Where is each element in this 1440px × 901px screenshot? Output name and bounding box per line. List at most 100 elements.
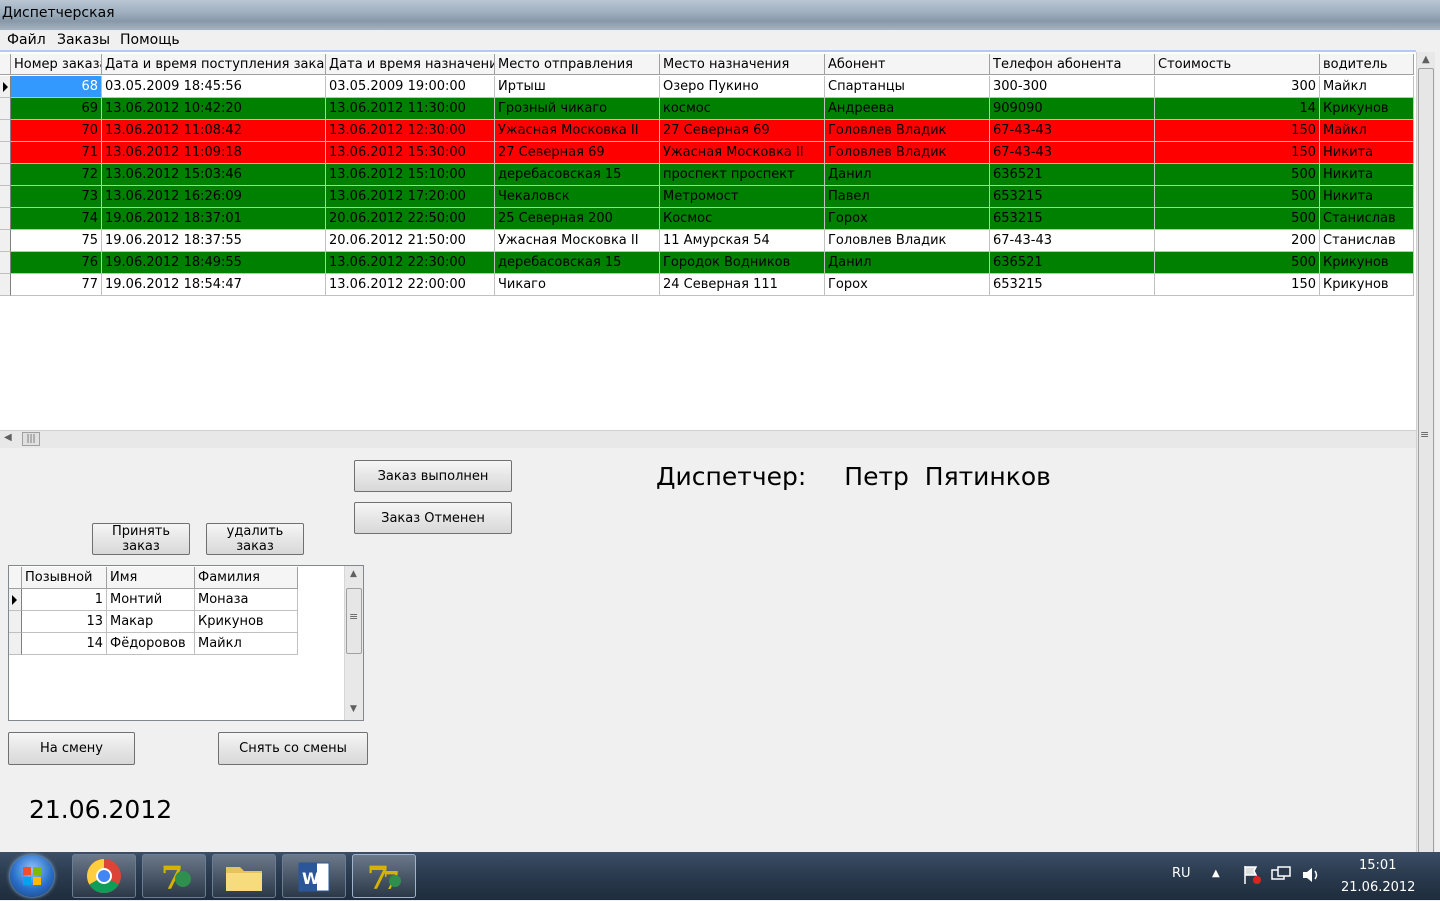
cell-subscriber[interactable]: Головлев Владик <box>825 142 990 164</box>
row-selector[interactable] <box>0 98 11 120</box>
cell-departure[interactable]: Ужасная Московка II <box>495 120 660 142</box>
cell-scheduled-at[interactable]: 13.06.2012 15:30:00 <box>326 142 495 164</box>
cell-phone[interactable]: 909090 <box>990 98 1155 120</box>
cell-order-number[interactable]: 71 <box>11 142 102 164</box>
cell-subscriber[interactable]: Данил <box>825 164 990 186</box>
cell-destination[interactable]: Ужасная Московка II <box>660 142 825 164</box>
delete-order-button[interactable]: удалить заказ <box>206 523 304 555</box>
cell-first-name[interactable]: Монтий <box>107 589 195 611</box>
table-row[interactable]: 76 19.06.2012 18:49:55 13.06.2012 22:30:00… <box>0 252 1414 274</box>
row-selector[interactable] <box>0 142 11 164</box>
cell-order-number[interactable]: 69 <box>11 98 102 120</box>
on-shift-button[interactable]: На смену <box>8 732 135 765</box>
cell-callsign[interactable]: 13 <box>22 611 107 633</box>
cell-phone[interactable]: 67-43-43 <box>990 120 1155 142</box>
cell-cost[interactable]: 150 <box>1155 120 1320 142</box>
cell-cost[interactable]: 500 <box>1155 186 1320 208</box>
row-selector[interactable] <box>9 589 22 611</box>
orders-grid[interactable]: Номер заказа Дата и время поступления за… <box>0 52 1416 430</box>
off-shift-button[interactable]: Снять со смены <box>218 732 368 765</box>
table-row[interactable]: 68 03.05.2009 18:45:56 03.05.2009 19:00:00… <box>0 76 1414 98</box>
row-selector[interactable] <box>9 611 22 633</box>
cell-scheduled-at[interactable]: 13.06.2012 12:30:00 <box>326 120 495 142</box>
cell-driver[interactable]: Никита <box>1320 164 1414 186</box>
table-row[interactable]: 72 13.06.2012 15:03:46 13.06.2012 15:10:00… <box>0 164 1414 186</box>
cell-received-at[interactable]: 19.06.2012 18:49:55 <box>102 252 326 274</box>
scroll-up-icon[interactable]: ▲ <box>1422 54 1430 65</box>
cell-order-number[interactable]: 75 <box>11 230 102 252</box>
cell-phone[interactable]: 636521 <box>990 252 1155 274</box>
row-selector[interactable] <box>9 633 22 655</box>
cell-callsign[interactable]: 14 <box>22 633 107 655</box>
cell-departure[interactable]: Ужасная Московка II <box>495 230 660 252</box>
cell-subscriber[interactable]: Головлев Владик <box>825 120 990 142</box>
row-selector[interactable] <box>0 186 11 208</box>
table-row[interactable]: 14 Фёдоровов Майкл <box>9 633 298 655</box>
cell-subscriber[interactable]: Горох <box>825 274 990 296</box>
window-vertical-scrollbar[interactable]: ▲ ≡ <box>1416 52 1435 858</box>
column-header-order-number[interactable]: Номер заказа <box>11 54 102 75</box>
clock-time[interactable]: 15:01 <box>1359 858 1396 873</box>
volume-icon[interactable] <box>1300 864 1322 890</box>
cell-scheduled-at[interactable]: 13.06.2012 15:10:00 <box>326 164 495 186</box>
network-icon[interactable] <box>1270 864 1292 890</box>
cell-phone[interactable]: 653215 <box>990 208 1155 230</box>
cell-phone[interactable]: 636521 <box>990 164 1155 186</box>
cell-subscriber[interactable]: Андреева <box>825 98 990 120</box>
cell-subscriber[interactable]: Головлев Владик <box>825 230 990 252</box>
scroll-left-icon[interactable]: ◀ <box>4 432 12 443</box>
table-row[interactable]: 70 13.06.2012 11:08:42 13.06.2012 12:30:00… <box>0 120 1414 142</box>
cell-driver[interactable]: Никита <box>1320 142 1414 164</box>
scroll-thumb[interactable]: ||| <box>22 432 40 446</box>
table-row[interactable]: 69 13.06.2012 10:42:20 13.06.2012 11:30:00… <box>0 98 1414 120</box>
column-header-subscriber[interactable]: Абонент <box>825 54 990 75</box>
cell-destination[interactable]: 24 Северная 111 <box>660 274 825 296</box>
drivers-grid[interactable]: Позывной Имя Фамилия 1 Монтий Моназа 13 Мака… <box>8 565 364 721</box>
clock-date[interactable]: 21.06.2012 <box>1341 880 1415 895</box>
table-row[interactable]: 74 19.06.2012 18:37:01 20.06.2012 22:50:00… <box>0 208 1414 230</box>
cell-first-name[interactable]: Фёдоровов <box>107 633 195 655</box>
cell-phone[interactable]: 67-43-43 <box>990 230 1155 252</box>
cell-cost[interactable]: 14 <box>1155 98 1320 120</box>
cell-destination[interactable]: Космос <box>660 208 825 230</box>
column-header-destination[interactable]: Место назначения <box>660 54 825 75</box>
cell-order-number[interactable]: 77 <box>11 274 102 296</box>
cell-cost[interactable]: 500 <box>1155 208 1320 230</box>
cell-departure[interactable]: деребасовская 15 <box>495 252 660 274</box>
cell-scheduled-at[interactable]: 13.06.2012 22:30:00 <box>326 252 495 274</box>
cell-received-at[interactable]: 13.06.2012 10:42:20 <box>102 98 326 120</box>
orders-horizontal-scrollbar[interactable]: ◀ ||| <box>0 430 1416 448</box>
cell-first-name[interactable]: Макар <box>107 611 195 633</box>
column-header-received-at[interactable]: Дата и время поступления заказа <box>102 54 326 75</box>
order-done-button[interactable]: Заказ выполнен <box>354 460 512 492</box>
row-selector[interactable] <box>0 230 11 252</box>
taskbar-delphi[interactable]: 7 <box>142 854 206 898</box>
cell-destination[interactable]: Городок Водников <box>660 252 825 274</box>
cell-subscriber[interactable]: Спартанцы <box>825 76 990 98</box>
cell-scheduled-at[interactable]: 20.06.2012 22:50:00 <box>326 208 495 230</box>
cell-destination[interactable]: 27 Северная 69 <box>660 120 825 142</box>
row-selector[interactable] <box>0 76 11 98</box>
cell-received-at[interactable]: 13.06.2012 11:09:18 <box>102 142 326 164</box>
cell-order-number[interactable]: 70 <box>11 120 102 142</box>
cell-scheduled-at[interactable]: 03.05.2009 19:00:00 <box>326 76 495 98</box>
action-center-flag-icon[interactable] <box>1242 864 1262 890</box>
cell-departure[interactable]: Чикаго <box>495 274 660 296</box>
start-button[interactable] <box>10 855 54 897</box>
cell-order-number[interactable]: 68 <box>11 76 102 98</box>
column-header-departure[interactable]: Место отправления <box>495 54 660 75</box>
cell-driver[interactable]: Майкл <box>1320 76 1414 98</box>
row-selector[interactable] <box>0 120 11 142</box>
cell-last-name[interactable]: Майкл <box>195 633 298 655</box>
row-selector[interactable] <box>0 164 11 186</box>
table-row[interactable]: 1 Монтий Моназа <box>9 589 298 611</box>
cell-received-at[interactable]: 13.06.2012 15:03:46 <box>102 164 326 186</box>
table-row[interactable]: 73 13.06.2012 16:26:09 13.06.2012 17:20:00… <box>0 186 1414 208</box>
cell-departure[interactable]: 25 Северная 200 <box>495 208 660 230</box>
cell-received-at[interactable]: 03.05.2009 18:45:56 <box>102 76 326 98</box>
table-row[interactable]: 77 19.06.2012 18:54:47 13.06.2012 22:00:00… <box>0 274 1414 296</box>
show-hidden-icons-icon[interactable]: ▲ <box>1212 868 1220 879</box>
cell-cost[interactable]: 500 <box>1155 164 1320 186</box>
scroll-down-icon[interactable]: ▼ <box>350 704 357 714</box>
cell-subscriber[interactable]: Данил <box>825 252 990 274</box>
